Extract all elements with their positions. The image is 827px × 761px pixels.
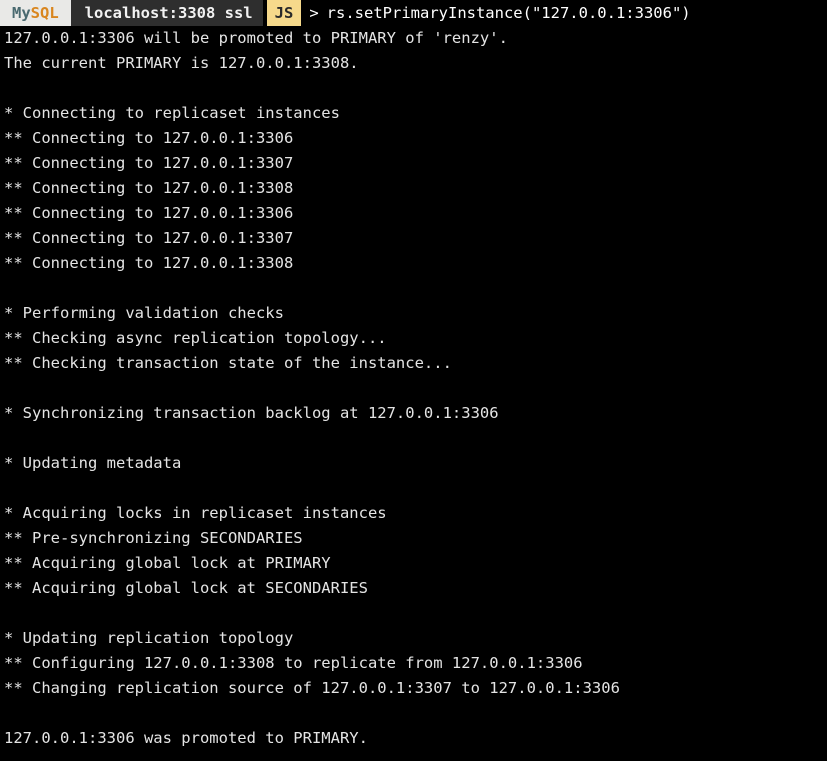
output-blank-line (0, 476, 827, 501)
output-line: ** Connecting to 127.0.0.1:3306 (4, 204, 294, 222)
shell-prompt-line: MySQL localhost:3308 ssl JS > rs.setPrim… (0, 0, 827, 26)
output-line: ** Connecting to 127.0.0.1:3307 (4, 154, 294, 172)
output-blank-line (0, 426, 827, 451)
output-line: ** Connecting to 127.0.0.1:3306 (4, 129, 294, 147)
mysql-logo-prefix: My (12, 4, 31, 22)
output-line: ** Connecting to 127.0.0.1:3307 (4, 229, 294, 247)
output-line: ** Connecting to 127.0.0.1:3308 (4, 254, 294, 272)
output-line: 127.0.0.1:3306 will be promoted to PRIMA… (4, 29, 508, 47)
output-line: * Performing validation checks (4, 304, 284, 322)
output-blank-line (0, 76, 827, 101)
output-line: * Updating replication topology (4, 629, 294, 647)
prompt-mode-badge: JS (266, 0, 302, 26)
output-line: 127.0.0.1:3306 was promoted to PRIMARY. (4, 729, 368, 747)
output-line: ** Acquiring global lock at PRIMARY (4, 554, 331, 572)
output-line: ** Pre-synchronizing SECONDARIES (4, 529, 303, 547)
prompt-host-segment: localhost:3308 ssl (70, 0, 263, 26)
mysql-logo-badge: MySQL (0, 0, 71, 26)
output-blank-line (0, 601, 827, 626)
output-line: ** Checking transaction state of the ins… (4, 354, 452, 372)
output-line: The current PRIMARY is 127.0.0.1:3308. (4, 54, 359, 72)
command-input[interactable]: rs.setPrimaryInstance("127.0.0.1:3306") (318, 0, 691, 26)
prompt-caret: > (301, 0, 319, 26)
output-blank-line (0, 701, 827, 726)
output-line: * Acquiring locks in replicaset instance… (4, 504, 387, 522)
output-blank-line (0, 276, 827, 301)
terminal-output: 127.0.0.1:3306 will be promoted to PRIMA… (0, 26, 827, 751)
terminal-window[interactable]: MySQL localhost:3308 ssl JS > rs.setPrim… (0, 0, 827, 761)
output-blank-line (0, 376, 827, 401)
output-line: ** Acquiring global lock at SECONDARIES (4, 579, 368, 597)
output-line: * Updating metadata (4, 454, 182, 472)
output-line: * Synchronizing transaction backlog at 1… (4, 404, 499, 422)
output-line: ** Configuring 127.0.0.1:3308 to replica… (4, 654, 583, 672)
output-line: * Connecting to replicaset instances (4, 104, 340, 122)
mysql-logo-suffix: SQL (30, 4, 59, 22)
output-line: ** Changing replication source of 127.0.… (4, 679, 620, 697)
output-line: ** Checking async replication topology..… (4, 329, 387, 347)
output-line: ** Connecting to 127.0.0.1:3308 (4, 179, 294, 197)
